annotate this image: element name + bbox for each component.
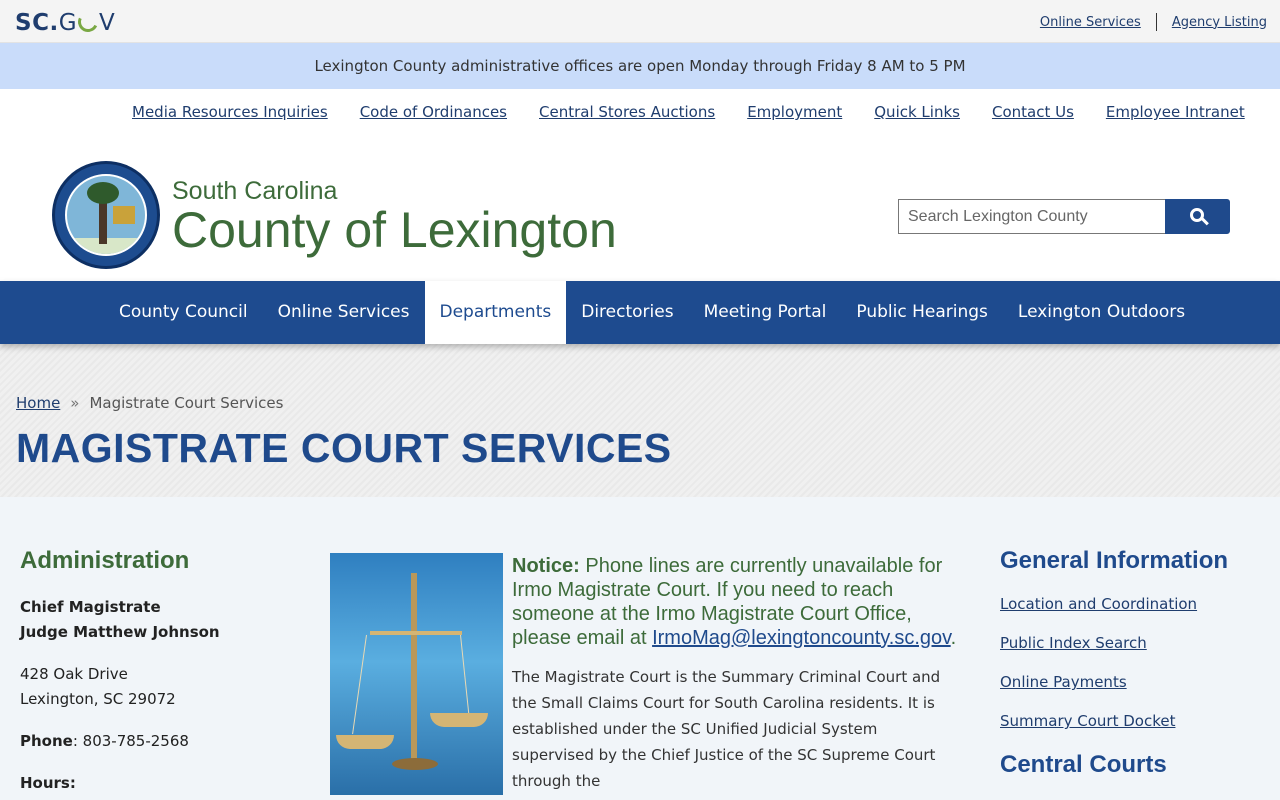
search-form <box>898 199 1230 234</box>
phone-notice: Notice: Phone lines are currently unavai… <box>512 554 957 650</box>
general-information-heading: General Information <box>1000 547 1229 574</box>
central-courts-heading: Central Courts <box>1000 751 1167 778</box>
admin-address-line2: Lexington, SC 29072 <box>20 690 176 708</box>
info-list-item: Summary Court Docket <box>1000 712 1260 730</box>
scgov-logo[interactable]: SC.G V <box>15 9 115 37</box>
scale-pan-left <box>336 735 394 749</box>
info-list-item: Public Index Search <box>1000 634 1260 652</box>
breadcrumb-home-link[interactable]: Home <box>16 394 60 412</box>
nav-directories[interactable]: Directories <box>566 281 688 344</box>
administration-heading: Administration <box>20 547 190 574</box>
site-header: South Carolina County of Lexington <box>0 139 1280 281</box>
admin-name: Judge Matthew Johnson <box>20 623 220 641</box>
scales-of-justice-image <box>330 553 503 795</box>
contact-us-link[interactable]: Contact Us <box>992 103 1074 121</box>
employment-link[interactable]: Employment <box>747 103 842 121</box>
employee-intranet-link[interactable]: Employee Intranet <box>1106 103 1245 121</box>
location-coordination-link[interactable]: Location and Coordination <box>1000 595 1197 613</box>
seal-ring <box>65 174 147 256</box>
info-list-item: Location and Coordination <box>1000 595 1260 613</box>
seal-house <box>113 206 135 224</box>
office-hours-alert: Lexington County administrative offices … <box>0 43 1280 89</box>
main-nav: County Council Online Services Departmen… <box>0 281 1280 344</box>
admin-phone: Phone: 803-785-2568 <box>20 729 300 754</box>
administration-panel: Administration Chief Magistrate Judge Ma… <box>20 547 300 796</box>
logo-g-text: G <box>58 10 78 36</box>
moon-icon <box>75 9 101 35</box>
breadcrumb: Home » Magistrate Court Services <box>16 394 283 412</box>
phone-number: : 803-785-2568 <box>72 732 189 750</box>
media-resources-link[interactable]: Media Resources Inquiries <box>132 103 328 121</box>
scale-beam <box>370 631 462 635</box>
breadcrumb-separator: » <box>70 394 80 412</box>
scale-base <box>392 758 438 770</box>
utility-item: Contact Us <box>992 103 1074 121</box>
nav-meeting-portal[interactable]: Meeting Portal <box>689 281 842 344</box>
scgov-online-services-link[interactable]: Online Services <box>1040 15 1141 30</box>
logo-sc-text: SC <box>15 10 50 36</box>
scale-string-left <box>352 634 367 735</box>
scale-string-right <box>460 634 470 715</box>
search-icon-handle <box>1201 217 1210 226</box>
nav-public-hearings[interactable]: Public Hearings <box>841 281 1003 344</box>
notice-section: Notice: Phone lines are currently unavai… <box>512 554 957 794</box>
utility-nav: Media Resources Inquiries Code of Ordina… <box>0 89 1280 139</box>
scale-pan-right <box>430 713 488 727</box>
breadcrumb-current: Magistrate Court Services <box>89 394 284 412</box>
admin-address-line1: 428 Oak Drive <box>20 665 128 683</box>
quick-links-link[interactable]: Quick Links <box>874 103 960 121</box>
hours-label: Hours: <box>20 774 76 792</box>
logo-dot-text: . <box>49 10 59 36</box>
site-title[interactable]: County of Lexington <box>172 201 617 259</box>
notice-label: Notice: <box>512 555 580 577</box>
search-input[interactable] <box>898 199 1166 234</box>
utility-item: Employment <box>747 103 842 121</box>
divider <box>1155 13 1157 31</box>
nav-lexington-outdoors[interactable]: Lexington Outdoors <box>1003 281 1200 344</box>
county-seal-logo[interactable] <box>52 161 160 269</box>
summary-court-docket-link[interactable]: Summary Court Docket <box>1000 712 1175 730</box>
info-list-item: Online Payments <box>1000 673 1260 691</box>
page-title: MAGISTRATE COURT SERVICES <box>16 425 672 471</box>
utility-item: Media Resources Inquiries <box>132 103 328 121</box>
notice-end: . <box>950 627 957 649</box>
seal-ground <box>67 238 145 254</box>
general-information-panel: General Information Location and Coordin… <box>1000 547 1260 799</box>
scgov-bar: SC.G V Online Services Agency Listing <box>0 0 1280 43</box>
utility-item: Code of Ordinances <box>360 103 507 121</box>
code-of-ordinances-link[interactable]: Code of Ordinances <box>360 103 507 121</box>
central-stores-auctions-link[interactable]: Central Stores Auctions <box>539 103 715 121</box>
irmo-email-link[interactable]: IrmoMag@lexingtoncounty.sc.gov <box>652 627 951 649</box>
utility-item: Central Stores Auctions <box>539 103 715 121</box>
main-content: Administration Chief Magistrate Judge Ma… <box>0 497 1280 800</box>
court-description: The Magistrate Court is the Summary Crim… <box>512 668 941 790</box>
scgov-links: Online Services Agency Listing <box>1040 13 1267 31</box>
phone-label: Phone <box>20 732 73 750</box>
online-payments-link[interactable]: Online Payments <box>1000 673 1127 691</box>
public-index-search-link[interactable]: Public Index Search <box>1000 634 1147 652</box>
seal-canopy <box>87 182 119 204</box>
utility-item: Quick Links <box>874 103 960 121</box>
nav-county-council[interactable]: County Council <box>104 281 263 344</box>
scale-pole <box>411 573 417 763</box>
logo-v-text: V <box>99 10 116 36</box>
nav-online-services[interactable]: Online Services <box>263 281 425 344</box>
scgov-agency-listing-link[interactable]: Agency Listing <box>1172 15 1267 30</box>
utility-item: Employee Intranet <box>1106 103 1245 121</box>
page-banner: Home » Magistrate Court Services MAGISTRAT… <box>0 344 1280 497</box>
admin-role: Chief Magistrate <box>20 598 161 616</box>
search-button[interactable] <box>1165 199 1230 234</box>
nav-departments[interactable]: Departments <box>424 281 567 344</box>
